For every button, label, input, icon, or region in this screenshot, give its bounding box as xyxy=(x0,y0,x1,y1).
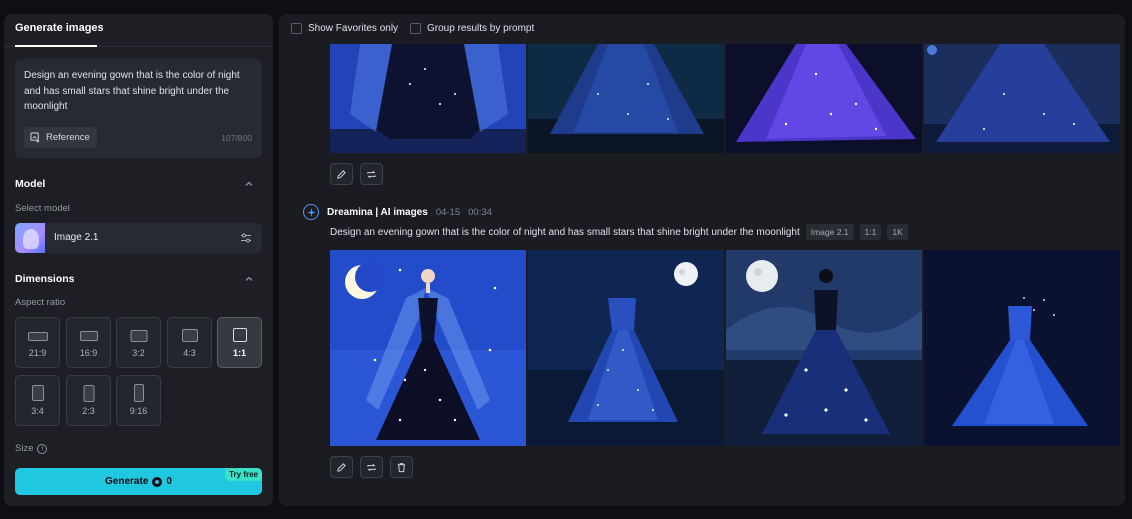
app-avatar xyxy=(303,204,319,220)
reference-label: Reference xyxy=(46,132,90,143)
reference-button[interactable]: Reference xyxy=(24,127,97,148)
sparkle-icon xyxy=(306,207,316,217)
favorites-filter[interactable]: Show Favorites only xyxy=(291,23,398,34)
current-actions xyxy=(330,456,413,478)
credit-count: 0 xyxy=(166,476,172,487)
ratio-label: 2:3 xyxy=(82,406,95,416)
batch-header: Dreamina | AI images 04-15 00:34 xyxy=(303,204,492,220)
regenerate-button[interactable] xyxy=(360,456,383,478)
ratio-label: 16:9 xyxy=(79,348,98,358)
result-image[interactable] xyxy=(726,250,922,446)
ratio-shape-icon xyxy=(130,330,147,342)
favorites-label: Show Favorites only xyxy=(308,23,399,34)
select-model-label: Select model xyxy=(15,203,70,214)
model-thumbnail xyxy=(15,223,45,253)
regenerate-button[interactable] xyxy=(360,163,383,185)
ratio-shape-icon xyxy=(83,385,94,402)
previous-actions xyxy=(330,163,383,185)
group-filter[interactable]: Group results by prompt xyxy=(410,23,534,34)
reference-icon xyxy=(30,132,40,143)
aspect-ratio-label: Aspect ratio xyxy=(15,297,66,308)
ratio-shape-icon xyxy=(79,331,98,341)
trash-icon xyxy=(397,462,406,472)
result-image[interactable] xyxy=(528,44,724,153)
result-image[interactable] xyxy=(924,44,1120,153)
panel-tabbar: Generate images xyxy=(4,14,273,47)
batch-date: 04-15 xyxy=(435,206,461,218)
result-image[interactable] xyxy=(924,250,1120,446)
size-label: Size xyxy=(15,443,34,454)
batch-time: 00:34 xyxy=(468,206,492,218)
ratio-shape-icon xyxy=(181,329,198,342)
batch-prompt[interactable]: Design an evening gown that is the color… xyxy=(330,227,800,238)
ratio-label: 4:3 xyxy=(183,348,196,358)
size-row: Size i xyxy=(15,443,48,454)
model-tag: Image 2.1 xyxy=(805,224,854,240)
ratio-shape-icon xyxy=(31,385,44,401)
ratio-shape-icon xyxy=(27,332,48,341)
model-selector[interactable]: Image 2.1 xyxy=(15,223,262,253)
current-image-row xyxy=(330,250,1120,446)
dimensions-section-title: Dimensions xyxy=(15,273,75,285)
tab-generate-images[interactable]: Generate images xyxy=(15,22,104,34)
char-count: 107/800 xyxy=(221,133,252,143)
ratio-shape-icon xyxy=(232,328,247,342)
pencil-icon xyxy=(337,462,346,472)
ratio-4-3[interactable]: 4:3 xyxy=(167,317,212,368)
ratio-label: 3:4 xyxy=(31,406,44,416)
app: Generate images Design an evening gown t… xyxy=(0,0,1132,519)
try-free-badge: Try free xyxy=(225,468,262,481)
credit-icon xyxy=(152,476,163,487)
edit-button[interactable] xyxy=(330,456,353,478)
resolution-tag: 1K xyxy=(887,224,908,240)
ratio-label: 21:9 xyxy=(28,348,47,358)
result-image[interactable] xyxy=(330,44,526,153)
repeat-icon xyxy=(367,463,376,471)
group-checkbox[interactable] xyxy=(410,23,421,34)
delete-button[interactable] xyxy=(390,456,413,478)
tab-active-indicator xyxy=(15,45,97,47)
generate-button[interactable]: Generate 0 Try free xyxy=(15,468,262,495)
pencil-icon xyxy=(337,169,346,179)
ratio-9-16[interactable]: 9:16 xyxy=(116,375,161,426)
edit-button[interactable] xyxy=(330,163,353,185)
ratio-21-9[interactable]: 21:9 xyxy=(15,317,60,368)
sliders-icon[interactable] xyxy=(240,232,252,244)
ratio-16-9[interactable]: 16:9 xyxy=(66,317,111,368)
model-name: Image 2.1 xyxy=(54,232,99,243)
repeat-icon xyxy=(367,170,376,178)
ratio-label: 1:1 xyxy=(232,348,246,358)
result-image[interactable] xyxy=(726,44,922,153)
ratio-tag: 1:1 xyxy=(859,224,882,240)
results-area: Show Favorites only Group results by pro… xyxy=(279,14,1125,506)
ratio-3-2[interactable]: 3:2 xyxy=(116,317,161,368)
group-label: Group results by prompt xyxy=(427,23,535,34)
prompt-input[interactable]: Design an evening gown that is the color… xyxy=(15,59,262,158)
favorites-checkbox[interactable] xyxy=(291,23,302,34)
info-icon[interactable]: i xyxy=(37,443,48,454)
generate-panel: Generate images Design an evening gown t… xyxy=(4,14,273,506)
ratio-1-1[interactable]: 1:1 xyxy=(217,317,262,368)
chevron-up-icon[interactable] xyxy=(243,273,255,285)
generate-label: Generate xyxy=(105,476,149,487)
chevron-up-icon[interactable] xyxy=(243,178,255,190)
ratio-label: 3:2 xyxy=(132,348,145,358)
previous-image-row xyxy=(330,44,1120,153)
prompt-text[interactable]: Design an evening gown that is the color… xyxy=(24,68,249,115)
batch-prompt-row: Design an evening gown that is the color… xyxy=(330,224,908,240)
ratio-2-3[interactable]: 2:3 xyxy=(66,375,111,426)
ratio-3-4[interactable]: 3:4 xyxy=(15,375,60,426)
model-section-title: Model xyxy=(15,178,46,190)
app-name: Dreamina | AI images xyxy=(327,206,428,218)
result-image[interactable] xyxy=(528,250,724,446)
result-image[interactable] xyxy=(330,250,526,446)
ratio-shape-icon xyxy=(133,384,144,402)
ratio-label: 9:16 xyxy=(129,406,148,416)
